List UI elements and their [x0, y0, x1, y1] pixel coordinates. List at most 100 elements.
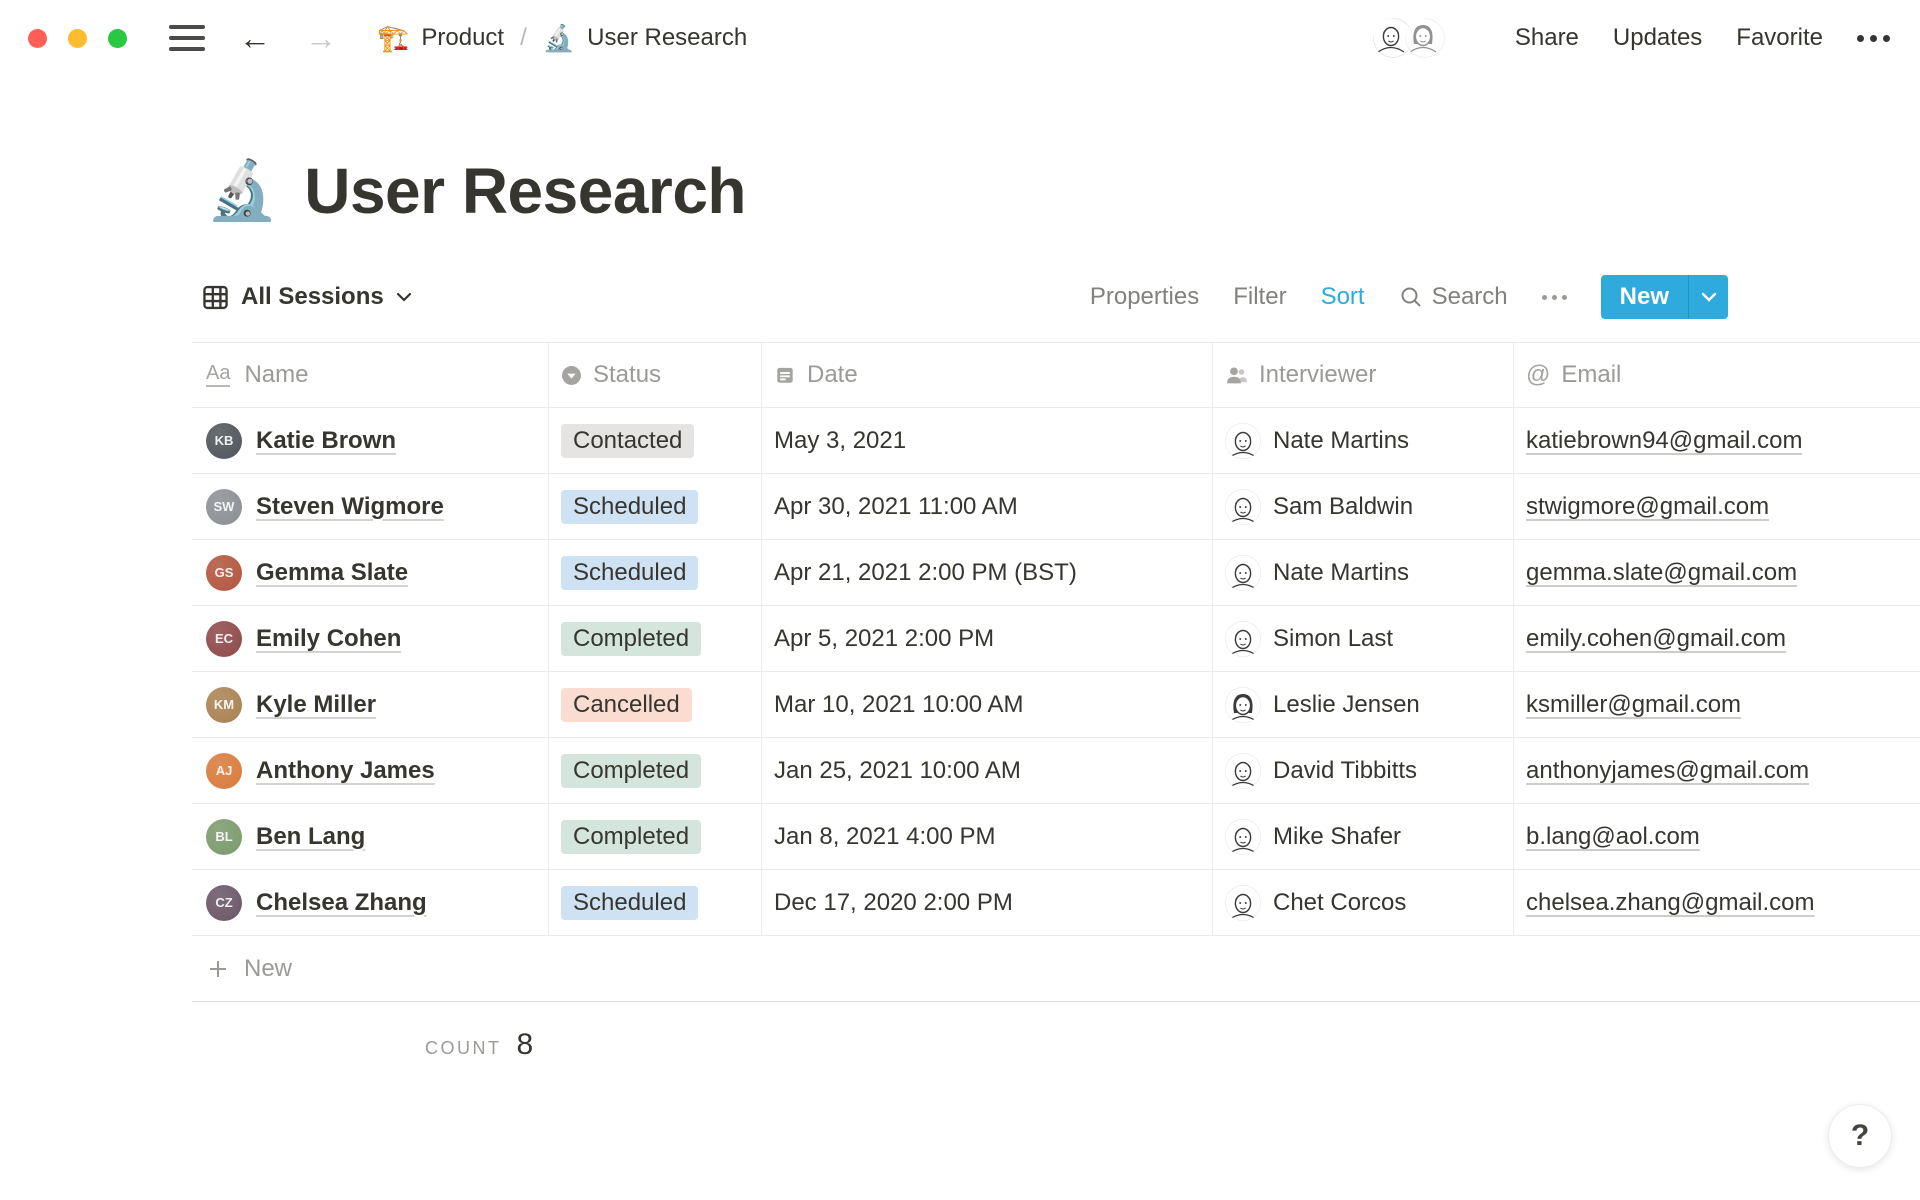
favorite-button[interactable]: Favorite: [1736, 24, 1823, 52]
column-header-status[interactable]: Status: [549, 343, 762, 407]
email-cell[interactable]: gemma.slate@gmail.com: [1514, 540, 1920, 605]
interviewer-cell[interactable]: Nate Martins: [1213, 408, 1514, 473]
name-cell[interactable]: BL Ben Lang: [192, 804, 549, 869]
breadcrumb-item-product[interactable]: Product: [421, 24, 504, 52]
email-link[interactable]: emily.cohen@gmail.com: [1526, 625, 1786, 653]
participant-name-link[interactable]: Gemma Slate: [256, 559, 408, 587]
view-name: All Sessions: [241, 283, 384, 310]
name-cell[interactable]: EC Emily Cohen: [192, 606, 549, 671]
name-cell[interactable]: KB Katie Brown: [192, 408, 549, 473]
email-link[interactable]: b.lang@aol.com: [1526, 823, 1700, 851]
interviewer-cell[interactable]: Nate Martins: [1213, 540, 1514, 605]
participant-name-link[interactable]: Chelsea Zhang: [256, 889, 427, 917]
name-cell[interactable]: GS Gemma Slate: [192, 540, 549, 605]
interviewer-cell[interactable]: Sam Baldwin: [1213, 474, 1514, 539]
name-cell[interactable]: KM Kyle Miller: [192, 672, 549, 737]
add-row-button[interactable]: New: [192, 936, 1920, 1002]
status-cell[interactable]: Contacted: [549, 408, 762, 473]
status-cell[interactable]: Cancelled: [549, 672, 762, 737]
email-link[interactable]: stwigmore@gmail.com: [1526, 493, 1769, 521]
count-label[interactable]: COUNT: [425, 1038, 502, 1059]
status-cell[interactable]: Scheduled: [549, 870, 762, 935]
table-row: KB Katie Brown Contacted May 3, 2021 Nat…: [192, 408, 1920, 474]
minimize-window-button[interactable]: [68, 28, 87, 48]
status-cell[interactable]: Completed: [549, 606, 762, 671]
name-cell[interactable]: SW Steven Wigmore: [192, 474, 549, 539]
interviewer-cell[interactable]: Chet Corcos: [1213, 870, 1514, 935]
sort-button[interactable]: Sort: [1321, 283, 1365, 311]
email-link[interactable]: chelsea.zhang@gmail.com: [1526, 889, 1815, 917]
date-cell[interactable]: Apr 5, 2021 2:00 PM: [762, 606, 1213, 671]
forward-button[interactable]: →: [305, 22, 337, 54]
participant-name-link[interactable]: Anthony James: [256, 757, 435, 785]
interviewer-cell[interactable]: Leslie Jensen: [1213, 672, 1514, 737]
filter-button[interactable]: Filter: [1233, 283, 1286, 311]
participant-name-link[interactable]: Emily Cohen: [256, 625, 401, 653]
interviewer-cell[interactable]: Mike Shafer: [1213, 804, 1514, 869]
participant-name-link[interactable]: Katie Brown: [256, 427, 396, 455]
new-record-button[interactable]: New: [1600, 275, 1728, 319]
date-cell[interactable]: May 3, 2021: [762, 408, 1213, 473]
participant-name-link[interactable]: Kyle Miller: [256, 691, 376, 719]
table-row: EC Emily Cohen Completed Apr 5, 2021 2:0…: [192, 606, 1920, 672]
column-header-interviewer[interactable]: Interviewer: [1213, 343, 1514, 407]
date-cell[interactable]: Apr 21, 2021 2:00 PM (BST): [762, 540, 1213, 605]
status-cell[interactable]: Scheduled: [549, 540, 762, 605]
close-window-button[interactable]: [28, 28, 47, 48]
sidebar-menu-icon[interactable]: [169, 25, 205, 51]
interviewer-cell[interactable]: David Tibbitts: [1213, 738, 1514, 803]
date-cell[interactable]: Mar 10, 2021 10:00 AM: [762, 672, 1213, 737]
window-controls: [28, 28, 127, 48]
status-cell[interactable]: Completed: [549, 738, 762, 803]
participant-name-link[interactable]: Steven Wigmore: [256, 493, 444, 521]
breadcrumb-item-user-research[interactable]: User Research: [587, 24, 747, 52]
new-button-label[interactable]: New: [1601, 275, 1688, 319]
email-cell[interactable]: b.lang@aol.com: [1514, 804, 1920, 869]
email-link[interactable]: gemma.slate@gmail.com: [1526, 559, 1797, 587]
at-icon: @: [1526, 361, 1551, 388]
column-header-name[interactable]: Aa Name: [192, 343, 549, 407]
status-badge: Completed: [561, 753, 702, 788]
participant-name-link[interactable]: Ben Lang: [256, 823, 365, 851]
table-header-row: Aa Name Status Date Interviewer @ Email: [192, 342, 1920, 408]
name-cell[interactable]: CZ Chelsea Zhang: [192, 870, 549, 935]
participant-avatar: KB: [206, 422, 242, 459]
page-icon[interactable]: 🔬: [206, 162, 278, 220]
page-title[interactable]: User Research: [304, 154, 746, 228]
email-cell[interactable]: anthonyjames@gmail.com: [1514, 738, 1920, 803]
share-button[interactable]: Share: [1515, 24, 1579, 52]
email-link[interactable]: anthonyjames@gmail.com: [1526, 757, 1809, 785]
more-options-icon[interactable]: [1857, 34, 1890, 42]
email-cell[interactable]: ksmiller@gmail.com: [1514, 672, 1920, 737]
properties-button[interactable]: Properties: [1090, 283, 1199, 311]
email-cell[interactable]: chelsea.zhang@gmail.com: [1514, 870, 1920, 935]
collaborator-avatar[interactable]: [1402, 16, 1447, 60]
view-switcher[interactable]: All Sessions: [202, 283, 412, 311]
email-cell[interactable]: katiebrown94@gmail.com: [1514, 408, 1920, 473]
updates-button[interactable]: Updates: [1613, 24, 1702, 52]
interviewer-name: Nate Martins: [1273, 558, 1410, 586]
interviewer-name: David Tibbitts: [1273, 756, 1418, 784]
status-cell[interactable]: Completed: [549, 804, 762, 869]
column-header-date[interactable]: Date: [762, 343, 1213, 407]
email-link[interactable]: ksmiller@gmail.com: [1526, 691, 1741, 719]
table-row: BL Ben Lang Completed Jan 8, 2021 4:00 P…: [192, 804, 1920, 870]
status-cell[interactable]: Scheduled: [549, 474, 762, 539]
date-cell[interactable]: Jan 25, 2021 10:00 AM: [762, 738, 1213, 803]
name-cell[interactable]: AJ Anthony James: [192, 738, 549, 803]
view-options-icon[interactable]: [1541, 294, 1567, 300]
column-header-email[interactable]: @ Email: [1514, 343, 1920, 407]
email-link[interactable]: katiebrown94@gmail.com: [1526, 427, 1802, 455]
date-cell[interactable]: Apr 30, 2021 11:00 AM: [762, 474, 1213, 539]
email-cell[interactable]: emily.cohen@gmail.com: [1514, 606, 1920, 671]
date-cell[interactable]: Dec 17, 2020 2:00 PM: [762, 870, 1213, 935]
back-button[interactable]: ←: [239, 22, 271, 54]
help-button[interactable]: ?: [1828, 1104, 1892, 1168]
date-cell[interactable]: Jan 8, 2021 4:00 PM: [762, 804, 1213, 869]
new-button-dropdown[interactable]: [1688, 275, 1728, 319]
maximize-window-button[interactable]: [108, 28, 127, 48]
email-cell[interactable]: stwigmore@gmail.com: [1514, 474, 1920, 539]
interviewer-avatar: [1225, 884, 1261, 921]
search-button[interactable]: Search: [1399, 283, 1508, 311]
interviewer-cell[interactable]: Simon Last: [1213, 606, 1514, 671]
